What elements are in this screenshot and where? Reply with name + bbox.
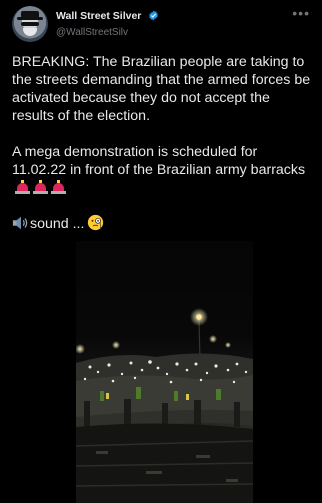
police-car-light-icon bbox=[51, 180, 66, 194]
handle[interactable]: @WallStreetSilv bbox=[56, 27, 159, 38]
night-crowd-scene bbox=[76, 308, 253, 503]
tweet-paragraph-2: A mega demonstration is scheduled for 11… bbox=[12, 143, 312, 197]
tweet-video[interactable] bbox=[12, 241, 312, 503]
tweet-paragraph-2-text: A mega demonstration is scheduled for 11… bbox=[12, 144, 306, 178]
police-car-light-icon bbox=[15, 180, 30, 194]
tweet-paragraph-1: BREAKING: The Brazilian people are takin… bbox=[12, 54, 311, 124]
speaker-icon bbox=[12, 216, 28, 230]
video-thumbnail[interactable] bbox=[76, 241, 253, 503]
face-with-monocle-icon bbox=[88, 214, 104, 231]
author-names[interactable]: Wall Street Silver @WallStreetSilv bbox=[56, 7, 159, 38]
tweet-header: Wall Street Silver @WallStreetSilv ••• bbox=[12, 6, 312, 46]
sound-text: sound ... bbox=[30, 216, 85, 232]
tweet-text: BREAKING: The Brazilian people are takin… bbox=[12, 53, 312, 215]
verified-badge-icon bbox=[149, 10, 158, 21]
display-name[interactable]: Wall Street Silver bbox=[56, 10, 141, 22]
avatar[interactable] bbox=[12, 6, 48, 42]
sound-note: sound ... bbox=[12, 214, 104, 233]
more-options-icon[interactable]: ••• bbox=[292, 6, 310, 20]
police-car-light-icon bbox=[33, 180, 48, 194]
